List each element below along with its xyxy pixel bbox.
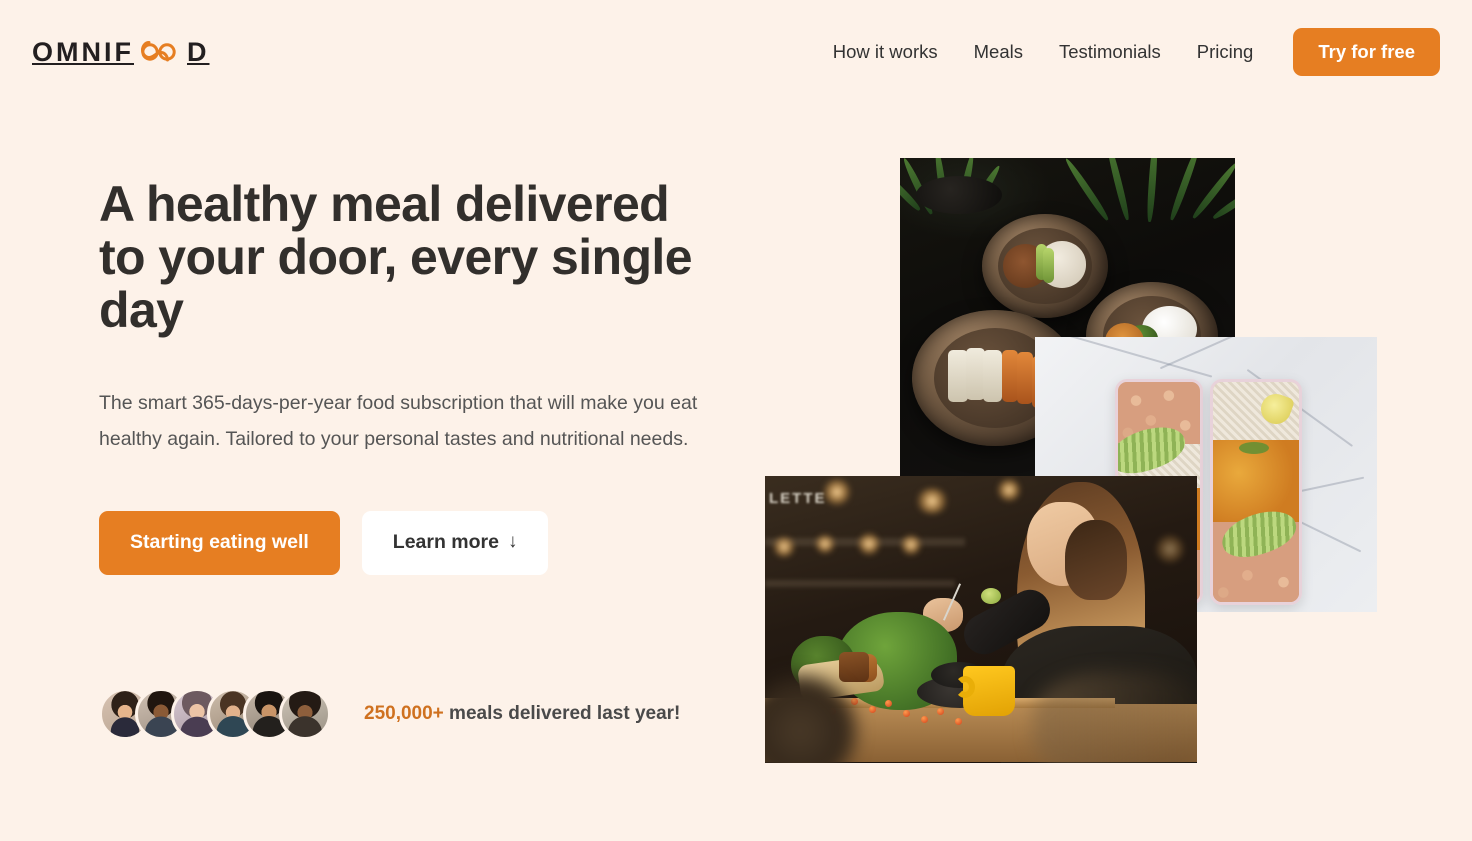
- learn-more-button[interactable]: Learn more ↓: [361, 511, 549, 575]
- logo-text-last: D: [187, 36, 210, 67]
- nav-item-pricing[interactable]: Pricing: [1179, 42, 1272, 62]
- start-eating-well-label: Starting eating well: [130, 531, 309, 554]
- hero-heading: A healthy meal delivered to your door, e…: [99, 176, 693, 338]
- nav-item-how-it-works[interactable]: How it works: [815, 42, 956, 62]
- logo[interactable]: OMNIF D: [32, 36, 210, 67]
- avatar: [279, 688, 331, 740]
- hero-cta-group: Starting eating well Learn more ↓: [99, 511, 739, 575]
- logo-text-first: OMNIF: [32, 36, 134, 67]
- customer-avatars: [99, 688, 331, 740]
- site-header: OMNIF D How it works Meals Testimonials …: [0, 0, 1472, 104]
- meal-box-right: [1210, 379, 1302, 605]
- nav-item-testimonials[interactable]: Testimonials: [1041, 42, 1179, 62]
- infinity-icon: [138, 40, 184, 64]
- delivered-label: meals delivered last year!: [443, 703, 681, 724]
- delivered-count: 250,000+: [364, 703, 444, 724]
- delivered-text: 250,000+ meals delivered last year!: [364, 703, 680, 725]
- main-navigation: How it works Meals Testimonials Pricing …: [815, 27, 1440, 77]
- nav-item-meals[interactable]: Meals: [956, 42, 1041, 62]
- hero-description: The smart 365-days-per-year food subscri…: [99, 392, 698, 451]
- hero-text-block: A healthy meal delivered to your door, e…: [99, 178, 739, 575]
- arrow-down-icon: ↓: [507, 531, 518, 553]
- woman-eating-photo: LETTE: [765, 476, 1197, 763]
- social-proof: 250,000+ meals delivered last year!: [99, 688, 680, 740]
- try-for-free-button[interactable]: Try for free: [1293, 27, 1440, 77]
- learn-more-label: Learn more: [392, 531, 499, 554]
- hero-page: OMNIF D How it works Meals Testimonials …: [0, 0, 1472, 841]
- start-eating-well-button[interactable]: Starting eating well: [99, 511, 340, 575]
